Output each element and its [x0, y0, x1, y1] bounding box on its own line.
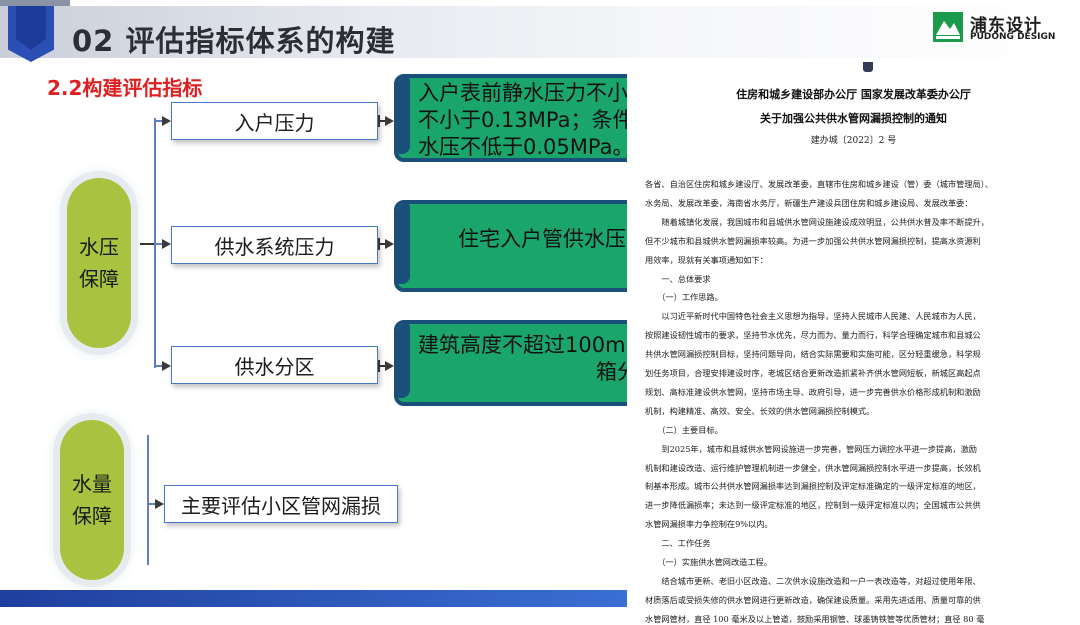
document-line: 结合城市更新、老旧小区改造、二次供水设施改造和一户一表改造等，对超过使用年限、 [645, 575, 981, 586]
indicator-label: 主要评估小区管网漏损 [181, 493, 381, 518]
document-line: 一、总体要求 [645, 273, 711, 284]
group-label-line1: 水量 [72, 472, 112, 496]
document-line: 共供水管网漏损控制目标，坚持问题导向，结合实际需要和实施可能，区分轻重缓急，科学… [645, 349, 981, 360]
detail-scroll-supply-zoning: 建筑高度不超过100m的 箱分 [394, 320, 647, 406]
detail-scroll-entry-pressure: 入户表前静水压力不小于 不小于0.13MPa；条件受 水压不低于0.05MPa。 [394, 74, 647, 162]
group-label-line1: 水压 [79, 235, 119, 259]
indicator-box-entry-pressure[interactable]: 入户压力 [171, 102, 378, 140]
logo-subtitle: PUDONG DESIGN [970, 32, 1056, 42]
detail-line: 不小于0.13MPa；条件受 [418, 108, 647, 132]
document-line: 水管网管材，直径 100 毫米及以上管道，鼓励采用钢管、球墨铸铁管等优质管材；直… [645, 613, 985, 624]
document-number: 建办城〔2022〕2 号 [810, 136, 897, 146]
document-line: 水务局、发展改革委，海南省水务厅，新疆生产建设兵团住房和城乡建设局、发展改革委： [645, 197, 973, 208]
indicator-label: 供水系统压力 [214, 234, 335, 259]
group-water-quantity: 水量 保障 [60, 420, 124, 580]
group-water-pressure: 水压 保障 [67, 178, 131, 348]
section-title: 2.2构建评估指标 [47, 76, 203, 100]
document-line: 但不少城市和县城供水管网漏损率较高。为进一步加强公共供水管网漏损控制，提高水资源… [645, 235, 981, 246]
page-title: 02 评估指标体系的构建 [72, 24, 396, 58]
detail-text: 住宅入户管供水压力 [458, 226, 643, 253]
detail-line: 入户表前静水压力不小于 [418, 81, 647, 105]
document-line: 进一步降低漏损率；未达到一级评定标准的地区，控制到一级评定标准以内；全国城市公共… [645, 500, 981, 511]
document-line: 材质落后或受损失修的供水管网进行更新改造，确保建设质量。采用先进适用、质量可靠的… [645, 594, 981, 605]
detail-text: 入户表前静水压力不小于 不小于0.13MPa；条件受 水压不低于0.05MPa。 [418, 80, 647, 159]
indicator-box-system-pressure[interactable]: 供水系统压力 [171, 226, 378, 264]
document-line: 水管网漏损率力争控制在9%以内。 [645, 519, 773, 530]
document-line: 划任务项目，合理安排建设时序，老城区结合更新改造抓紧补齐供水管网短板，新城区高起… [645, 368, 981, 378]
detail-line: 建筑高度不超过100m的 [418, 333, 647, 357]
indicator-box-supply-zoning[interactable]: 供水分区 [171, 346, 378, 384]
arrow-right-icon [385, 239, 394, 249]
document-line: （一）工作思路。 [645, 292, 723, 303]
arrow-right-icon [155, 499, 164, 509]
connector [140, 243, 155, 245]
detail-line: 箱分 [596, 360, 638, 384]
document-line: 机制，构建精准、高效、安全、长效的供水管网漏损控制模式。 [645, 405, 875, 416]
document-line: 规划、高标准建设供水管网，坚持市场主导、政府引导，进一步完善供水价格形成机制和激… [645, 386, 981, 397]
indicator-label: 入户压力 [234, 110, 315, 135]
tree-vertical-line [147, 435, 149, 565]
document-title: 关于加强公共供水管网漏损控制的通知 [760, 112, 947, 125]
arrow-right-icon [385, 116, 394, 126]
scroll-curl [398, 324, 410, 398]
arrow-right-icon [162, 239, 171, 249]
document-line: 二、工作任务 [645, 538, 711, 549]
document-line: （一）实施供水管网改造工程。 [645, 557, 772, 567]
logo-mark-icon [933, 12, 963, 42]
detail-scroll-system-pressure: 住宅入户管供水压力 [394, 200, 647, 292]
document-line: 制基本形成。城市公共供水管网漏损率达到漏损控制及评定标准确定的一级评定标准的地区… [645, 481, 981, 492]
arrow-right-icon [162, 361, 171, 371]
footer-bar [0, 590, 627, 607]
policy-document-image: 住房和城乡建设部办公厅 国家发展改革委办公厅 关于加强公共供水管网漏损控制的通知… [627, 62, 1080, 624]
detail-line: 水压不低于0.05MPa。 [418, 135, 634, 159]
indicator-label: 供水分区 [234, 354, 315, 379]
group-label-line2: 保障 [72, 504, 112, 528]
document-line: 机制和建设改造、运行维护管理机制进一步健全，供水管网漏损控制水平进一步提高，长效… [645, 462, 981, 473]
detail-text: 建筑高度不超过100m的 箱分 [418, 332, 643, 386]
arrow-right-icon [385, 361, 394, 371]
document-line: 到2025年，城市和县城供水管网设施进一步完善，管网压力调控水平进一步提高，激励 [645, 443, 977, 454]
arrow-right-icon [162, 116, 171, 126]
group-label-line2: 保障 [79, 267, 119, 291]
document-line: 按照建设韧性城市的要求，坚持节水优先，尽力而为、量力而行，科学合理确定城市和县城… [645, 330, 981, 341]
indicator-box-network-leakage[interactable]: 主要评估小区管网漏损 [164, 485, 398, 523]
scroll-curl [398, 78, 410, 154]
pin-icon [863, 62, 873, 72]
document-line: 用效率，现就有关事项通知如下： [645, 254, 768, 265]
document-issuer: 住房和城乡建设部办公厅 国家发展改革委办公厅 [736, 88, 971, 101]
detail-line: 住宅入户管供水压力 [458, 227, 647, 251]
document-line: （二）主要目标。 [645, 424, 723, 435]
document-line: 各省、自治区住房和城乡建设厅、发展改革委，直辖市住房和城乡建设（管）委（城市管理… [645, 179, 993, 189]
document-line: 以习近平新时代中国特色社会主义思想为指导，坚持人民城市人民建、人民城市为人民， [645, 311, 981, 322]
header-top-line [0, 0, 70, 6]
document-line: 随着城镇化发展，我国城市和县城供水管网设施建设成效明显，公共供水普及率不断提升， [645, 216, 989, 227]
scroll-curl [398, 204, 410, 284]
pudong-design-logo: 浦东设计 PUDONG DESIGN [932, 11, 1062, 47]
